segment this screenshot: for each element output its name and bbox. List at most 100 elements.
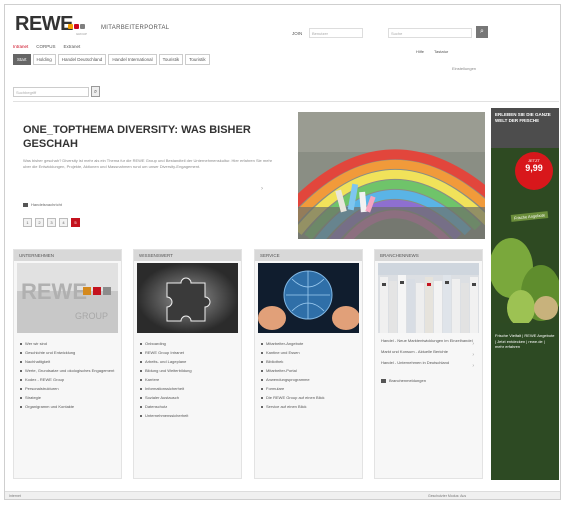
- list-item[interactable]: Strategie: [20, 395, 115, 400]
- search-button[interactable]: ⌕: [476, 26, 488, 38]
- pager-item[interactable]: 3: [47, 218, 56, 227]
- page-search-input[interactable]: Suchbegriff: [13, 87, 89, 97]
- list-item[interactable]: Mitarbeiter-Portal: [261, 368, 356, 373]
- news-more-link[interactable]: Branchenmeldungen: [375, 368, 482, 383]
- nav-holding[interactable]: Holding: [32, 54, 56, 65]
- help-link[interactable]: Hilfe: [416, 49, 424, 54]
- nav-start[interactable]: Start: [13, 54, 31, 65]
- hero-text: Was bisher geschah? Diversity ist mehr a…: [23, 158, 272, 169]
- logo-dots: [68, 24, 85, 29]
- rewe-logo[interactable]: REWE: [15, 14, 74, 34]
- card-links: Mitarbeiter-Angebote Kantine und Essen B…: [255, 335, 362, 419]
- pager-item[interactable]: 2: [35, 218, 44, 227]
- card-title[interactable]: WISSENSWERT: [134, 250, 241, 261]
- hero-arrow-icon[interactable]: ›: [261, 186, 263, 192]
- list-item[interactable]: Bildung und Weiterbildung: [140, 368, 235, 373]
- search-input[interactable]: Suche: [388, 28, 472, 38]
- list-item[interactable]: Datenschutz: [140, 404, 235, 409]
- nav-handel-deutschland[interactable]: Handel Deutschland: [57, 54, 107, 65]
- card-title[interactable]: UNTERNEHMEN: [14, 250, 121, 261]
- card-title[interactable]: BRANCHENNEWS: [375, 250, 482, 261]
- news-item[interactable]: Handel - Neue Marktentwicklungen im Einz…: [375, 335, 482, 347]
- list-item[interactable]: Werte, Grundsatze und okologisches Engag…: [20, 368, 115, 373]
- card-links: Onboarding REWE Group Intranet Arbeits- …: [134, 335, 241, 428]
- card-unternehmen: UNTERNEHMEN REWE GROUP Wer wir sind Gesc…: [13, 249, 122, 479]
- logo-dot: [74, 24, 79, 29]
- join-label: JOIN: [292, 31, 303, 36]
- list-item[interactable]: Arbeits- und Lageplane: [140, 359, 235, 364]
- card-links: Wer wir sind Geschichte und Entwicklung …: [14, 335, 121, 419]
- join-input[interactable]: Benutzer: [309, 28, 363, 38]
- list-item[interactable]: Service auf einen Blick: [261, 404, 356, 409]
- hero-image[interactable]: [298, 112, 485, 239]
- logo-dot: [80, 24, 85, 29]
- sidebar-ad[interactable]: ERLEBEN SIE DIE GANZE WELT DER FRISCHE J…: [491, 108, 559, 480]
- list-item[interactable]: Die REWE Group auf einen Blick: [261, 395, 356, 400]
- card-title[interactable]: SERVICE: [255, 250, 362, 261]
- list-item[interactable]: Personalstrukturen: [20, 386, 115, 391]
- globe-hands-image: [258, 263, 359, 333]
- list-item[interactable]: REWE Group Intranet: [140, 350, 235, 355]
- card-image[interactable]: REWE GROUP: [17, 263, 118, 333]
- news-item[interactable]: Markt und Konsum - Aktuelle Berichte ›: [375, 346, 482, 358]
- ad-title: ERLEBEN SIE DIE GANZE WELT DER FRISCHE: [495, 112, 551, 123]
- list-item[interactable]: Onboarding: [140, 341, 235, 346]
- pager-item-active[interactable]: 5: [71, 218, 80, 227]
- nav-touristik[interactable]: Touristik: [158, 54, 184, 65]
- status-right: Geschutzter Modus: Aus: [428, 494, 467, 498]
- card-image[interactable]: [258, 263, 359, 333]
- logo-dot: [68, 24, 73, 29]
- card-image[interactable]: [378, 263, 479, 333]
- chalk-rainbow-image: [298, 112, 485, 239]
- list-item[interactable]: Karriere: [140, 377, 235, 382]
- status-left: Internet: [9, 494, 21, 498]
- news-more-label: Branchenmeldungen: [389, 378, 426, 383]
- browser-status-bar: Internet Geschutzter Modus: Aus: [5, 491, 560, 499]
- nav-handel-international[interactable]: Handel International: [108, 54, 157, 65]
- newspapers-image: [378, 263, 479, 333]
- divider: [13, 101, 559, 102]
- utility-links: Hilfe Tastatur: [416, 49, 448, 54]
- folder-icon: [381, 378, 386, 383]
- pager-item[interactable]: 4: [59, 218, 68, 227]
- card-wissenswert: WISSENSWERT Onboarding REWE Group Intran…: [133, 249, 242, 479]
- list-item[interactable]: Sozialer Austausch: [140, 395, 235, 400]
- list-item[interactable]: Kantine und Essen: [261, 350, 356, 355]
- list-item[interactable]: Bibliothek: [261, 359, 356, 364]
- list-item[interactable]: Wer wir sind: [20, 341, 115, 346]
- hero-title[interactable]: ONE_TOPTHEMA DIVERSITY: WAS BISHER GESCH…: [23, 123, 288, 151]
- list-item[interactable]: Formulare: [261, 386, 356, 391]
- news-item-text: Handel - Unternehmen in Deutschland: [381, 360, 450, 365]
- list-item[interactable]: Geschichte und Entwicklung: [20, 350, 115, 355]
- price-badge: JETZT 9,99: [515, 152, 553, 190]
- hero-link-label: Handelsnachricht: [31, 202, 62, 207]
- portal-title: MITARBEITERPORTAL: [101, 25, 170, 31]
- list-item[interactable]: Mitarbeiter-Angebote: [261, 341, 356, 346]
- folder-icon: [23, 202, 28, 207]
- list-item[interactable]: Anwendungsprogramme: [261, 377, 356, 382]
- tab-extranet[interactable]: Extranet: [64, 44, 81, 49]
- settings-link[interactable]: Einstellungen: [452, 66, 476, 71]
- nav-touristik-2[interactable]: Touristik: [185, 54, 210, 65]
- list-item[interactable]: Unternehmenssicherheit: [140, 413, 235, 418]
- price-badge-value: 9,99: [525, 163, 543, 173]
- ad-footer: Frische Vielfalt | REWE Angebote | Jetzt…: [495, 333, 555, 349]
- keyboard-link[interactable]: Tastatur: [434, 49, 448, 54]
- pager-item[interactable]: 1: [23, 218, 32, 227]
- chevron-right-icon: ›: [472, 363, 474, 369]
- news-item[interactable]: Handel - Unternehmen in Deutschland ›: [375, 357, 482, 369]
- list-item[interactable]: Kodex - REWE Group: [20, 377, 115, 382]
- news-item-text: Markt und Konsum - Aktuelle Berichte: [381, 349, 448, 354]
- hero-link[interactable]: Handelsnachricht: [23, 202, 62, 207]
- news-item-text: Handel - Neue Marktentwicklungen im Einz…: [381, 338, 473, 343]
- list-item[interactable]: Informationssicherheit: [140, 386, 235, 391]
- tab-corpus[interactable]: CORPUS: [36, 44, 55, 49]
- rewe-group-sign-image: REWE GROUP: [17, 263, 118, 333]
- card-branchennews: BRANCHENNEWS Handel - Neue Marktentwickl…: [374, 249, 483, 479]
- tab-intranet[interactable]: Intranet: [13, 44, 28, 49]
- list-item[interactable]: Organigramm und Kontakte: [20, 404, 115, 409]
- logo-subtitle: GROUP: [76, 32, 88, 36]
- card-image[interactable]: [137, 263, 238, 333]
- list-item[interactable]: Nachhaltigkeit: [20, 359, 115, 364]
- page-search-button[interactable]: ⌕: [91, 86, 100, 97]
